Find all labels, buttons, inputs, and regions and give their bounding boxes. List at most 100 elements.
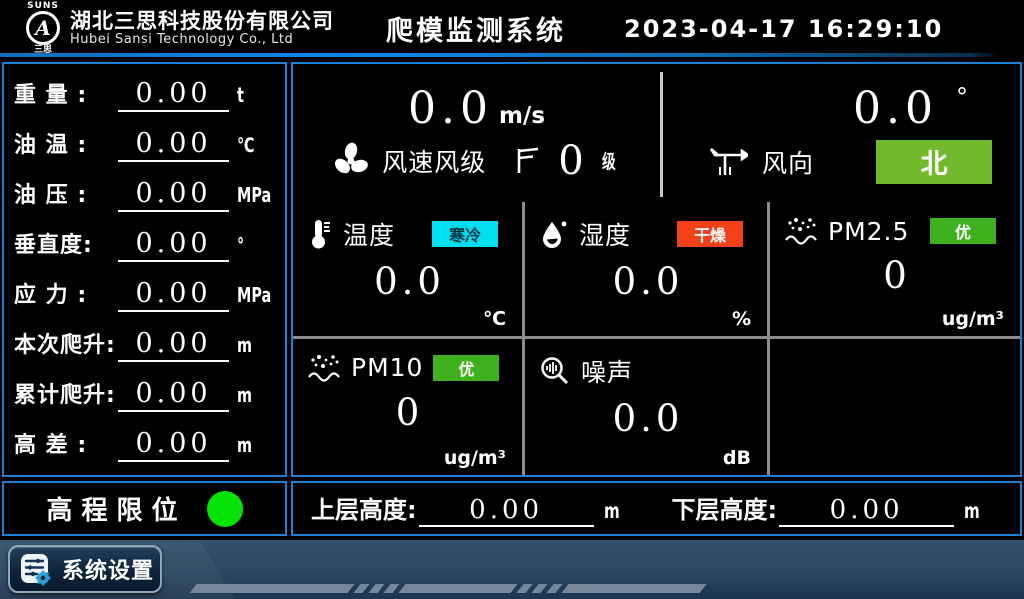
metric-row-weight: 重 量 : 0.00 t	[14, 77, 277, 112]
metric-unit: ℃	[237, 133, 277, 157]
status-badge: 干燥	[677, 221, 743, 247]
wind-level-flag-icon	[514, 146, 540, 176]
sensor-unit: %	[732, 308, 757, 330]
sensor-label: 噪声	[581, 353, 633, 389]
wind-speed-section: 0.0m/s	[293, 64, 660, 202]
logo-icon: A	[26, 11, 60, 45]
metric-label: 垂直度:	[14, 227, 116, 259]
sensor-cell-pm25: PM2.5 优 0 ug/m³	[770, 202, 1020, 339]
sensor-value: 0.0	[539, 260, 757, 303]
sensor-label: PM10	[351, 353, 423, 382]
droplet-icon	[539, 218, 569, 250]
metric-unit: t	[237, 83, 277, 107]
metric-label: 油 温 :	[14, 127, 116, 159]
sensor-cell-empty	[770, 339, 1020, 476]
footer-decorative-stripes	[193, 584, 703, 593]
status-badge: 寒冷	[432, 221, 498, 247]
sensor-cell-noise: 噪声 0.0 dB	[525, 339, 770, 476]
metric-value: 0.00	[118, 278, 229, 312]
upper-level-label: 上层高度:	[311, 490, 417, 525]
header: SUNS A 三思 湖北三思科技股份有限公司 Hubei Sansi Techn…	[0, 0, 1024, 57]
wind-speed-value-row: 0.0m/s	[293, 83, 660, 134]
metric-label: 本次爬升:	[14, 327, 116, 359]
lower-level-unit: m	[964, 499, 986, 523]
metrics-panel: 重 量 : 0.00 t 油 温 : 0.00 ℃ 油 压 : 0.00 MPa…	[2, 62, 287, 477]
upper-level-value: 0.00	[419, 495, 594, 527]
metric-value: 0.00	[118, 328, 229, 362]
wind-row: 0.0m/s	[293, 64, 1020, 202]
footer-bar: 系统设置	[0, 540, 1024, 599]
metric-row-stress: 应 力 : 0.00 MPa	[14, 277, 277, 312]
metric-row-height-diff: 高 差 : 0.00 m	[14, 427, 277, 462]
sensor-unit: ug/m³	[942, 308, 1010, 330]
wind-direction-unit: °	[956, 83, 968, 111]
environment-panel: 0.0m/s	[291, 62, 1022, 477]
sensor-label: 温度	[343, 216, 395, 252]
lower-level-group: 下层高度: 0.00 m	[672, 490, 1003, 527]
system-settings-button[interactable]: 系统设置	[8, 545, 162, 593]
metric-unit: °	[237, 233, 277, 257]
sensor-unit: ug/m³	[444, 447, 512, 469]
metric-unit: m	[237, 383, 277, 407]
wind-level-value: 0	[558, 138, 583, 184]
sensor-unit: ℃	[483, 308, 512, 330]
metric-unit: MPa	[237, 183, 277, 207]
thermometer-icon	[307, 218, 333, 250]
sensor-cell-humidity: 湿度 干燥 0.0 %	[525, 202, 770, 339]
metric-row-oil-temp: 油 温 : 0.00 ℃	[14, 127, 277, 162]
metric-value: 0.00	[118, 228, 229, 262]
wind-speed-value: 0.0	[408, 83, 493, 134]
sensor-unit: dB	[723, 447, 757, 469]
company-name-cn: 湖北三思科技股份有限公司	[70, 9, 334, 33]
fan-icon	[332, 142, 370, 180]
header-divider	[0, 53, 1000, 57]
metric-row-oil-pressure: 油 压 : 0.00 MPa	[14, 177, 277, 212]
metric-label: 油 压 :	[14, 177, 116, 209]
main-content: 重 量 : 0.00 t 油 温 : 0.00 ℃ 油 压 : 0.00 MPa…	[0, 57, 1024, 477]
metric-value: 0.00	[118, 428, 229, 462]
wind-direction-badge: 北	[876, 140, 992, 184]
lower-level-label: 下层高度:	[672, 490, 778, 525]
metric-label: 累计爬升:	[14, 377, 116, 409]
metric-label: 应 力 :	[14, 277, 116, 309]
page-title: 爬模监测系统	[386, 9, 566, 48]
elevation-limit-box: 高程限位	[2, 481, 287, 536]
sensor-label: 湿度	[579, 216, 631, 252]
metric-value: 0.00	[118, 128, 229, 162]
logo-top-text: SUNS	[27, 2, 59, 11]
upper-level-unit: m	[604, 499, 626, 523]
sensor-value: 0	[307, 391, 512, 434]
metric-row-verticality: 垂直度: 0.00 °	[14, 227, 277, 262]
metric-label: 重 量 :	[14, 77, 116, 109]
elevation-limit-label: 高程限位	[46, 490, 186, 527]
company-logo: SUNS A 三思	[26, 2, 60, 55]
metric-row-total-climb: 累计爬升: 0.00 m	[14, 377, 277, 412]
wind-direction-section: 0.0°	[663, 64, 1020, 202]
metric-unit: MPa	[237, 283, 277, 307]
sensor-value: 0	[784, 254, 1010, 297]
metric-value: 0.00	[118, 78, 229, 112]
sensor-grid: 温度 寒冷 0.0 ℃	[293, 202, 1020, 475]
levels-box: 上层高度: 0.00 m 下层高度: 0.00 m	[291, 481, 1022, 536]
sensor-cell-temperature: 温度 寒冷 0.0 ℃	[293, 202, 525, 339]
wind-vane-icon	[708, 145, 748, 179]
status-badge: 优	[930, 218, 996, 244]
hmi-screen: SUNS A 三思 湖北三思科技股份有限公司 Hubei Sansi Techn…	[0, 0, 1024, 599]
upper-level-group: 上层高度: 0.00 m	[311, 490, 642, 527]
metric-value: 0.00	[118, 178, 229, 212]
system-settings-label: 系统设置	[62, 553, 154, 585]
status-badge: 优	[433, 355, 499, 381]
company-name-en: Hubei Sansi Technology Co., Ltd	[70, 33, 334, 48]
datetime-display: 2023-04-17 16:29:10	[624, 15, 943, 43]
noise-magnifier-icon	[539, 355, 571, 387]
particles-icon	[307, 353, 341, 383]
metric-label: 高 差 :	[14, 427, 116, 459]
bottom-strip: 高程限位 上层高度: 0.00 m 下层高度: 0.00 m	[0, 477, 1024, 536]
wind-speed-label: 风速风级	[382, 143, 486, 179]
sliders-gear-icon	[20, 552, 52, 586]
wind-direction-value-row: 0.0°	[663, 83, 1020, 134]
wind-level-unit: 级	[602, 147, 621, 174]
sensor-label: PM2.5	[828, 217, 909, 246]
elevation-limit-indicator	[207, 491, 243, 527]
particles-icon	[784, 216, 818, 246]
